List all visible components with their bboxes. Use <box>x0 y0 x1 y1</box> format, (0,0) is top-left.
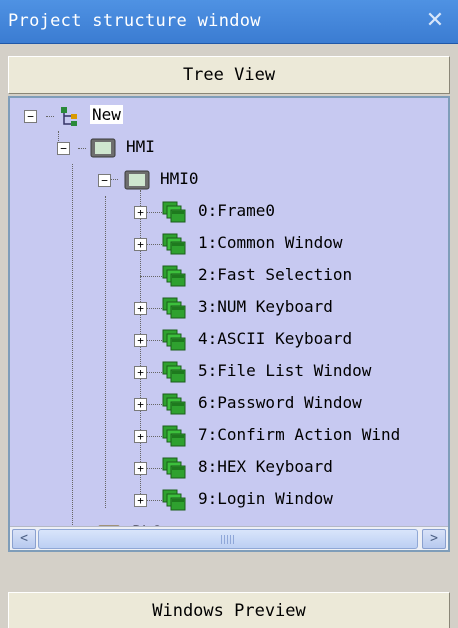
window-stack-icon <box>162 233 186 259</box>
expand-window-toggle[interactable]: + <box>134 366 147 379</box>
tree-structure-icon <box>60 106 82 132</box>
window-stack-icon <box>162 457 186 483</box>
tree-connector <box>105 196 106 508</box>
expand-window-toggle[interactable]: + <box>134 206 147 219</box>
tree-node-root-label: New <box>90 105 123 124</box>
horizontal-scrollbar[interactable]: < > <box>10 526 448 550</box>
expand-window-toggle[interactable]: + <box>134 334 147 347</box>
project-tree: − New − HMI − HMI0 + 0:Frame0 + 1:Common… <box>10 98 448 550</box>
window-stack-icon <box>162 329 186 355</box>
hmi-device-icon <box>124 170 150 194</box>
window-stack-icon <box>162 425 186 451</box>
expand-window-toggle[interactable]: + <box>134 302 147 315</box>
tree-connector <box>140 276 162 277</box>
window-stack-icon <box>162 393 186 419</box>
expand-window-toggle[interactable]: + <box>134 462 147 475</box>
window-stack-icon <box>162 265 186 291</box>
tree-connector <box>72 164 73 529</box>
window-title: Project structure window <box>8 11 261 31</box>
window-stack-icon <box>162 297 186 323</box>
tree-node-window-label: 5:File List Window <box>198 361 372 380</box>
tree-connector <box>110 179 118 180</box>
tree-node-hmi0-label: HMI0 <box>160 169 199 188</box>
tree-node-window-label: 3:NUM Keyboard <box>198 297 333 316</box>
close-icon[interactable]: ✕ <box>422 8 448 34</box>
tree-connector <box>78 148 86 149</box>
scrollbar-grip-icon <box>221 535 235 544</box>
tree-node-window-label: 8:HEX Keyboard <box>198 457 333 476</box>
window-stack-icon <box>162 489 186 515</box>
tree-node-window-label: 4:ASCII Keyboard <box>198 329 353 348</box>
tree-node-window-label: 0:Frame0 <box>198 201 276 220</box>
expand-window-toggle[interactable]: + <box>134 238 147 251</box>
expand-window-toggle[interactable]: + <box>134 494 147 507</box>
expand-window-toggle[interactable]: + <box>134 398 147 411</box>
scroll-left-arrow-icon[interactable]: < <box>12 529 36 549</box>
tree-node-hmi-label: HMI <box>126 137 155 156</box>
tree-node-window-label: 1:Common Window <box>198 233 343 252</box>
window-stack-icon <box>162 361 186 387</box>
tree-view-header[interactable]: Tree View <box>8 56 450 94</box>
title-bar: Project structure window ✕ <box>0 0 458 44</box>
expand-window-toggle[interactable]: + <box>134 430 147 443</box>
tree-node-window-label: 9:Login Window <box>198 489 333 508</box>
collapse-hmi0-toggle[interactable]: − <box>98 174 111 187</box>
collapse-hmi-toggle[interactable]: − <box>57 142 70 155</box>
tree-node-window-label: 2:Fast Selection <box>198 265 353 284</box>
tree-node-window-label: 7:Confirm Action Wind <box>198 425 401 444</box>
tree-connector <box>46 116 54 117</box>
tree-panel: − New − HMI − HMI0 + 0:Frame0 + 1:Common… <box>8 96 450 552</box>
windows-preview-header[interactable]: Windows Preview <box>8 592 450 628</box>
hmi-device-icon <box>90 138 116 162</box>
window-stack-icon <box>162 201 186 227</box>
tree-node-window-label: 6:Password Window <box>198 393 362 412</box>
collapse-root-toggle[interactable]: − <box>24 110 37 123</box>
scrollbar-thumb[interactable] <box>38 529 418 549</box>
scroll-right-arrow-icon[interactable]: > <box>422 529 446 549</box>
